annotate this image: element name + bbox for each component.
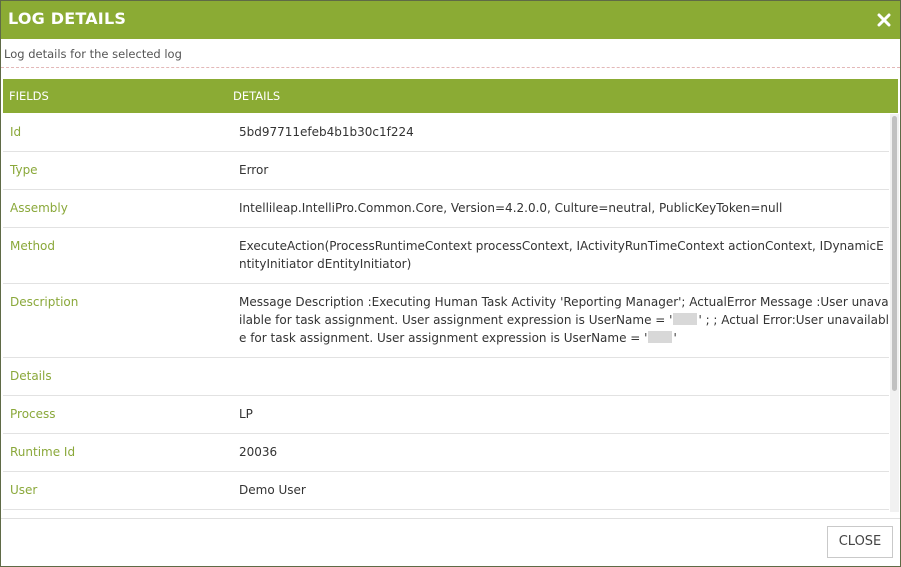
log-details-dialog: LOG DETAILS Log details for the selected… bbox=[0, 0, 901, 567]
field-value: Message Description :Executing Human Tas… bbox=[232, 284, 889, 357]
table-row: Runtime Id 20036 bbox=[3, 434, 889, 472]
field-value: 5bd97711efeb4b1b30c1f224 bbox=[239, 125, 414, 139]
field-label: Type bbox=[10, 163, 38, 177]
table-row: Id 5bd97711efeb4b1b30c1f224 bbox=[3, 114, 889, 152]
field-value: ExecuteAction(ProcessRuntimeContext proc… bbox=[239, 239, 884, 271]
field-value: Demo User bbox=[239, 483, 306, 497]
field-value: LP bbox=[239, 407, 253, 421]
close-button[interactable]: CLOSE bbox=[827, 526, 893, 558]
table-row: Description Message Description :Executi… bbox=[3, 284, 889, 358]
table-row: User Demo User bbox=[3, 472, 889, 510]
field-value: Intellileap.IntelliPro.Common.Core, Vers… bbox=[239, 201, 783, 215]
header-details: DETAILS bbox=[233, 89, 281, 103]
field-label: Description bbox=[10, 295, 79, 309]
divider bbox=[1, 67, 900, 68]
table-row: Type Error bbox=[3, 152, 889, 190]
table-row: Assembly Intellileap.IntelliPro.Common.C… bbox=[3, 190, 889, 228]
field-label: Process bbox=[10, 407, 56, 421]
table-row: Details bbox=[3, 358, 889, 396]
dialog-title: LOG DETAILS bbox=[8, 9, 127, 28]
footer-divider bbox=[1, 518, 900, 519]
redacted-username bbox=[673, 313, 698, 325]
redacted-username bbox=[648, 331, 673, 343]
field-label: Id bbox=[10, 125, 22, 139]
dialog-subtitle: Log details for the selected log bbox=[4, 47, 182, 61]
description-text-3: ' bbox=[673, 331, 677, 345]
table-row: Method ExecuteAction(ProcessRuntimeConte… bbox=[3, 228, 889, 284]
field-value: 20036 bbox=[239, 445, 278, 459]
field-label: Details bbox=[10, 369, 52, 383]
field-value bbox=[232, 358, 889, 395]
field-label: User bbox=[10, 483, 38, 497]
field-label: Runtime Id bbox=[10, 445, 76, 459]
field-value: Error bbox=[239, 163, 269, 177]
scrollbar[interactable] bbox=[890, 114, 899, 512]
close-icon[interactable] bbox=[874, 10, 894, 30]
header-fields: FIELDS bbox=[9, 89, 49, 103]
field-label: Method bbox=[10, 239, 56, 253]
field-label: Assembly bbox=[10, 201, 68, 215]
table-row: Process LP bbox=[3, 396, 889, 434]
dialog-header: LOG DETAILS bbox=[1, 1, 900, 39]
table-header: FIELDS DETAILS bbox=[3, 79, 898, 113]
table-body: Id 5bd97711efeb4b1b30c1f224 Type Error A… bbox=[3, 114, 889, 512]
scrollbar-thumb[interactable] bbox=[892, 116, 897, 391]
